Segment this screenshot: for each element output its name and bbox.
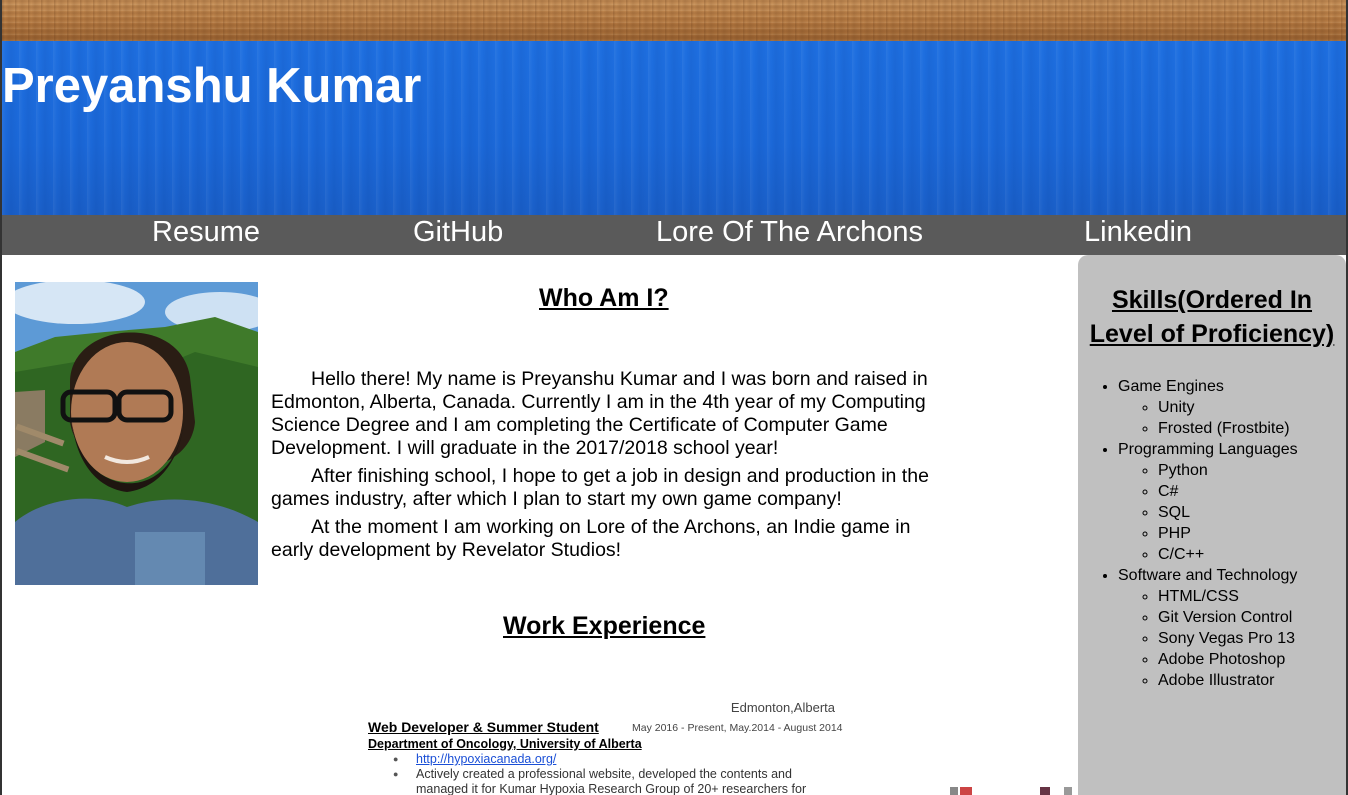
skill-item: PHP: [1158, 523, 1298, 544]
resume-job-title: Web Developer & Summer Student: [368, 719, 599, 735]
skills-list: Game Engines Unity Frosted (Frostbite) P…: [1118, 376, 1298, 691]
resume-location: Edmonton,Alberta: [730, 700, 835, 715]
resume-bullet: Actively created a professional website,…: [390, 767, 830, 795]
resume-bullet: http://hypoxiacanada.org/: [390, 752, 830, 767]
skill-group-label: Programming Languages: [1118, 441, 1298, 458]
resume-job-dates: May 2016 - Present, May.2014 - August 20…: [632, 722, 843, 734]
nav-link-lore-of-the-archons[interactable]: Lore Of The Archons: [656, 216, 923, 249]
nav-link-resume[interactable]: Resume: [152, 216, 260, 249]
skill-group: Software and Technology HTML/CSS Git Ver…: [1118, 565, 1298, 691]
about-heading: Who Am I?: [539, 284, 669, 312]
skill-item: C#: [1158, 481, 1298, 502]
skill-item: C/C++: [1158, 544, 1298, 565]
nav-link-linkedin[interactable]: Linkedin: [1084, 216, 1192, 249]
site-title: Preyanshu Kumar: [2, 59, 422, 113]
skill-item: Frosted (Frostbite): [1158, 418, 1298, 439]
skill-item: SQL: [1158, 502, 1298, 523]
skills-heading: Skills(Ordered In Level of Proficiency): [1089, 286, 1335, 348]
skill-item: Git Version Control: [1158, 607, 1298, 628]
profile-photo: [15, 282, 258, 585]
nav-bar: Resume GitHub Lore Of The Archons Linked…: [2, 215, 1346, 255]
skill-item: Unity: [1158, 397, 1298, 418]
about-paragraph: Hello there! My name is Preyanshu Kumar …: [271, 368, 928, 459]
work-experience-heading: Work Experience: [503, 612, 706, 640]
about-text: Hello there! My name is Preyanshu Kumar …: [271, 368, 941, 567]
wood-texture-strip: [2, 0, 1346, 41]
resume-bullets: http://hypoxiacanada.org/ Actively creat…: [390, 752, 830, 795]
profile-photo-illustration: [15, 282, 258, 585]
skill-sublist: HTML/CSS Git Version Control Sony Vegas …: [1158, 586, 1298, 691]
about-paragraph: After finishing school, I hope to get a …: [271, 465, 929, 510]
skill-item: Adobe Illustrator: [1158, 670, 1298, 691]
resume-department: Department of Oncology, University of Al…: [368, 737, 642, 751]
skill-item: Adobe Photoshop: [1158, 649, 1298, 670]
skill-item: Sony Vegas Pro 13: [1158, 628, 1298, 649]
skill-item: HTML/CSS: [1158, 586, 1298, 607]
image-edge-fragments: [950, 787, 1072, 795]
resume-excerpt-image: Edmonton,Alberta Web Developer & Summer …: [360, 696, 855, 795]
skill-group-label: Software and Technology: [1118, 567, 1298, 584]
skill-group: Programming Languages Python C# SQL PHP …: [1118, 439, 1298, 565]
skill-group-label: Game Engines: [1118, 378, 1224, 395]
nav-link-github[interactable]: GitHub: [413, 216, 503, 249]
skills-panel: Skills(Ordered In Level of Proficiency) …: [1078, 255, 1346, 795]
skill-sublist: Unity Frosted (Frostbite): [1158, 397, 1298, 439]
skill-sublist: Python C# SQL PHP C/C++: [1158, 460, 1298, 565]
skill-group: Game Engines Unity Frosted (Frostbite): [1118, 376, 1298, 439]
skill-item: Python: [1158, 460, 1298, 481]
resume-link[interactable]: http://hypoxiacanada.org/: [416, 752, 556, 766]
about-paragraph: At the moment I am working on Lore of th…: [271, 516, 911, 561]
